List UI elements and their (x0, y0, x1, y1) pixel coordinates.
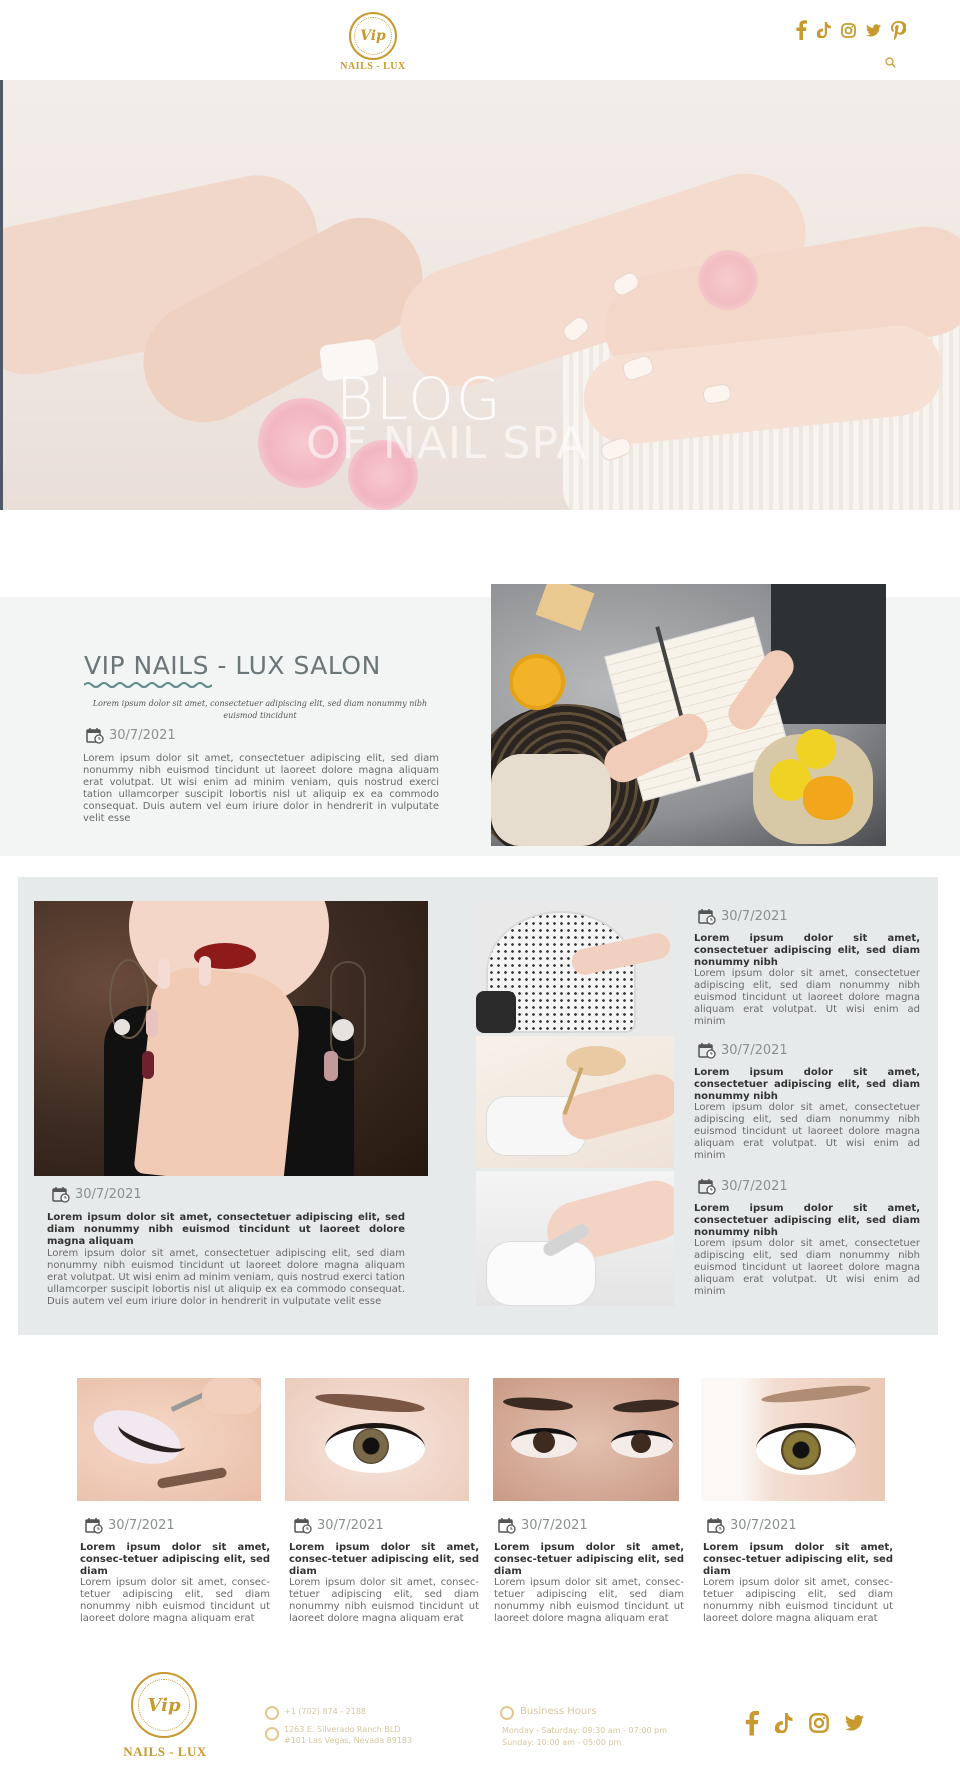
main-post-date: 30/7/2021 (52, 1186, 142, 1203)
footer-logo-text: NAILS - LUX (123, 1744, 207, 1759)
footer-social-icons (744, 1710, 864, 1736)
lash-post-date-2: 30/7/2021 (294, 1517, 384, 1534)
date-text: 30/7/2021 (721, 1179, 788, 1194)
calendar-icon (85, 1518, 103, 1534)
footer-address-line2: #101 Las Vegas, Nevada 89183 (284, 1736, 413, 1745)
featured-body: Lorem ipsum dolor sit amet, consectetuer… (83, 753, 439, 824)
footer-phone[interactable]: +1 (702) 874 - 2188 (284, 1707, 366, 1716)
lash-post-lead-4[interactable]: Lorem ipsum dolor sit amet, consec-tetue… (703, 1542, 893, 1578)
lash-post-body-3: Lorem ipsum dolor sit amet, consec-tetue… (494, 1577, 684, 1624)
location-icon (265, 1727, 279, 1741)
side-post-body-1: Lorem ipsum dolor sit amet, consectetuer… (694, 968, 920, 1027)
wave-divider (84, 682, 212, 688)
side-post-body-3: Lorem ipsum dolor sit amet, consectetuer… (694, 1238, 920, 1297)
main-post-lead[interactable]: Lorem ipsum dolor sit amet, consectetuer… (47, 1212, 405, 1248)
side-post-photo-2[interactable] (476, 1036, 674, 1168)
site-header: Vip NAILS - LUX (0, 0, 960, 80)
phone-icon (265, 1706, 279, 1720)
date-text: 30/7/2021 (108, 1518, 175, 1533)
footer-hours-line2: Sunday: 10:00 am - 05:00 pm (502, 1738, 622, 1747)
search-icon[interactable] (885, 55, 896, 73)
header-social-icons (795, 20, 906, 40)
side-post-date-3: 30/7/2021 (698, 1178, 788, 1195)
side-post-photo-1[interactable] (476, 901, 674, 1033)
featured-photo-notebook[interactable] (491, 584, 886, 846)
date-text: 30/7/2021 (317, 1518, 384, 1533)
twitter-icon[interactable] (845, 1715, 864, 1731)
date-text: 30/7/2021 (521, 1518, 588, 1533)
lash-post-body-4: Lorem ipsum dolor sit amet, consec-tetue… (703, 1577, 893, 1624)
date-text: 30/7/2021 (75, 1187, 142, 1202)
calendar-icon (707, 1518, 725, 1534)
logo-text: NAILS - LUX (340, 61, 406, 72)
lash-post-body-1: Lorem ipsum dolor sit amet, consec-tetue… (80, 1577, 270, 1624)
lash-post-date-3: 30/7/2021 (498, 1517, 588, 1534)
logo-monogram: Vip (354, 17, 392, 55)
lash-post-photo-4[interactable] (701, 1378, 885, 1501)
hero-banner: BLOG OF NAIL SPA (0, 80, 960, 510)
tiktok-icon[interactable] (775, 1713, 793, 1733)
clock-icon (500, 1706, 514, 1720)
main-post-body: Lorem ipsum dolor sit amet, consectetuer… (47, 1248, 405, 1307)
site-footer: Vip NAILS - LUX +1 (702) 874 - 2188 1263… (0, 1640, 960, 1787)
lash-post-photo-3[interactable] (493, 1378, 679, 1501)
twitter-icon[interactable] (866, 23, 881, 37)
featured-date: 30/7/2021 (86, 727, 176, 744)
tiktok-icon[interactable] (817, 22, 831, 38)
hero-subtitle: OF NAIL SPA (306, 418, 588, 469)
date-text: 30/7/2021 (730, 1518, 797, 1533)
lash-post-photo-2[interactable] (285, 1378, 469, 1501)
calendar-icon (294, 1518, 312, 1534)
side-post-body-2: Lorem ipsum dolor sit amet, consectetuer… (694, 1102, 920, 1161)
facebook-icon[interactable] (795, 20, 807, 40)
side-post-photo-3[interactable] (476, 1171, 674, 1306)
lash-post-photo-1[interactable] (77, 1378, 261, 1501)
side-post-date-2: 30/7/2021 (698, 1042, 788, 1059)
side-post-date-1: 30/7/2021 (698, 908, 788, 925)
lash-post-lead-3[interactable]: Lorem ipsum dolor sit amet, consec-tetue… (494, 1542, 684, 1578)
pinterest-icon[interactable] (891, 20, 906, 40)
flower-graphic (698, 250, 758, 310)
instagram-icon[interactable] (809, 1713, 829, 1733)
main-post-photo[interactable] (34, 901, 428, 1176)
lash-post-date-1: 30/7/2021 (85, 1517, 175, 1534)
calendar-icon (698, 1179, 716, 1195)
lash-post-body-2: Lorem ipsum dolor sit amet, consec-tetue… (289, 1577, 479, 1624)
footer-hours-title: Business Hours (520, 1706, 597, 1717)
calendar-icon (498, 1518, 516, 1534)
side-post-lead-3[interactable]: Lorem ipsum dolor sit amet, consectetuer… (694, 1203, 920, 1239)
calendar-icon (86, 728, 104, 744)
lash-post-lead-1[interactable]: Lorem ipsum dolor sit amet, consec-tetue… (80, 1542, 270, 1578)
lash-post-date-4: 30/7/2021 (707, 1517, 797, 1534)
side-post-lead-2[interactable]: Lorem ipsum dolor sit amet, consectetuer… (694, 1067, 920, 1103)
side-post-lead-1[interactable]: Lorem ipsum dolor sit amet, consectetuer… (694, 933, 920, 969)
facebook-icon[interactable] (744, 1710, 759, 1736)
date-text: 30/7/2021 (109, 728, 176, 743)
calendar-icon (52, 1187, 70, 1203)
header-logo[interactable]: Vip (349, 12, 397, 60)
footer-logo[interactable]: Vip (131, 1672, 197, 1738)
footer-address-line1: 1263 E. Silverado Ranch BLD (284, 1725, 401, 1734)
date-text: 30/7/2021 (721, 909, 788, 924)
lash-post-lead-2[interactable]: Lorem ipsum dolor sit amet, consec-tetue… (289, 1542, 479, 1578)
date-text: 30/7/2021 (721, 1043, 788, 1058)
featured-title[interactable]: VIP NAILS - LUX SALON (84, 651, 381, 680)
calendar-icon (698, 909, 716, 925)
featured-tagline: Lorem ipsum dolor sit amet, consectetuer… (92, 699, 428, 720)
instagram-icon[interactable] (841, 22, 856, 38)
footer-hours-line1: Monday - Saturday: 09:30 am - 07:00 pm (502, 1726, 667, 1735)
logo-monogram: Vip (138, 1679, 190, 1731)
calendar-icon (698, 1043, 716, 1059)
